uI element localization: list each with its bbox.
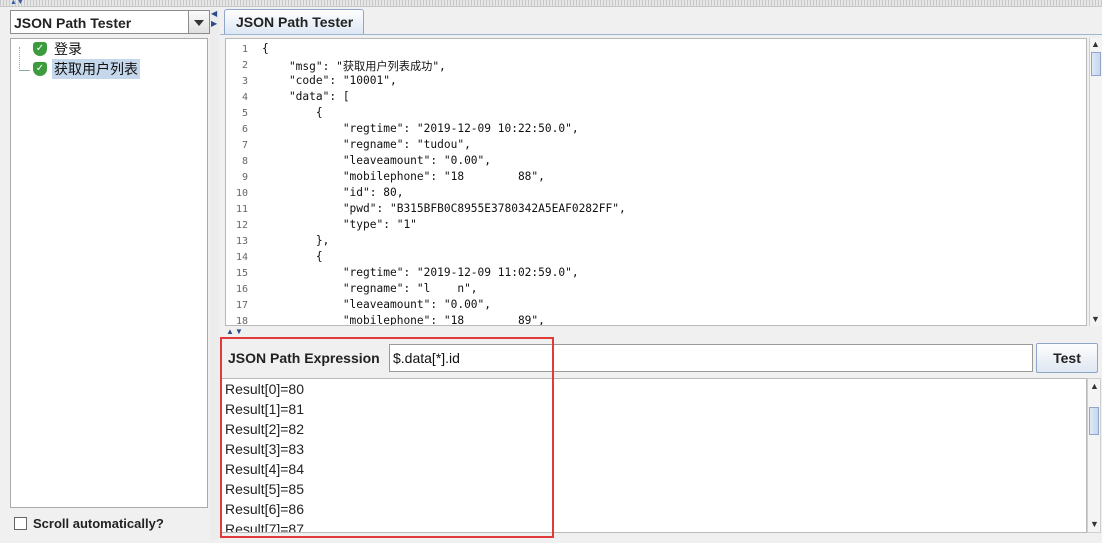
result-line: Result[1]=81	[225, 401, 304, 417]
response-json-viewer[interactable]: 1 2 3 4 5 6 7 8 9 10 11 12 13 14 15 16 17 18 { "msg": "获取…	[225, 38, 1087, 326]
view-selector-dropdown[interactable]: JSON Path Tester	[10, 10, 210, 34]
scrollbar-thumb[interactable]	[1089, 407, 1099, 435]
code-line: "msg": "获取用户列表成功",	[262, 60, 446, 73]
line-number: 4	[241, 92, 248, 103]
code-line: },	[262, 234, 330, 247]
code-line: "regtime": "2019-12-09 10:22:50.0",	[262, 122, 579, 135]
line-number: 5	[241, 108, 248, 119]
code-line: "mobilephone": "18 89",	[262, 314, 545, 326]
line-number: 2	[241, 60, 248, 71]
result-line: Result[2]=82	[225, 421, 304, 437]
line-number: 10	[235, 188, 248, 199]
code-line: "id": 80,	[262, 186, 404, 199]
tab-json-path-tester[interactable]: JSON Path Tester	[224, 9, 364, 34]
code-line: "mobilephone": "18 88",	[262, 170, 545, 183]
response-scrollbar[interactable]: ▲ ▼	[1089, 38, 1102, 326]
code-line: "data": [	[262, 90, 350, 103]
line-number: 18	[235, 316, 248, 326]
tree-item-label: 登录	[54, 41, 82, 57]
line-number: 14	[235, 252, 248, 263]
line-number: 7	[241, 140, 248, 151]
code-line: "code": "10001",	[262, 74, 397, 87]
code-line: "regtime": "2019-12-09 11:02:59.0",	[262, 266, 579, 279]
code-line: "pwd": "B315BFB0C8955E3780342A5EAF0282FF…	[262, 202, 626, 215]
code-line: "regname": "tudou",	[262, 138, 471, 151]
view-selector-label: JSON Path Tester	[14, 15, 132, 31]
code-line: "regname": "l n",	[262, 282, 478, 295]
line-number: 16	[235, 284, 248, 295]
result-line: Result[3]=83	[225, 441, 304, 457]
results-scrollbar[interactable]: ▲ ▼	[1087, 378, 1101, 533]
tab-bar: JSON Path Tester	[220, 8, 1102, 35]
scroll-automatically-option[interactable]: Scroll automatically?	[14, 516, 164, 531]
sampler-tree: ✓ 登录 ✓ 获取用户列表	[10, 38, 208, 508]
horizontal-splitter[interactable]: ▲ ▼	[221, 327, 1102, 337]
line-number: 17	[235, 300, 248, 311]
top-strip: ▲▼	[0, 0, 1102, 7]
code-line: "leaveamount": "0.00",	[262, 154, 492, 167]
expand-down-icon[interactable]: ▼	[235, 327, 243, 336]
scroll-up-icon[interactable]: ▲	[1091, 40, 1100, 49]
test-button[interactable]: Test	[1036, 343, 1098, 373]
code-line: {	[262, 106, 323, 119]
line-number-gutter: 1 2 3 4 5 6 7 8 9 10 11 12 13 14 15 16 17 18	[226, 39, 254, 325]
tree-item-get-user-list[interactable]: ✓ 获取用户列表	[33, 59, 140, 79]
collapse-arrow-icon[interactable]: ▲▼	[10, 0, 24, 6]
expression-row: JSON Path Expression $.data[*].id Test	[221, 341, 1102, 375]
code-line: "type": "1"	[262, 218, 417, 231]
json-path-expression-input[interactable]: $.data[*].id	[389, 344, 1033, 372]
success-shield-icon: ✓	[33, 42, 47, 56]
line-number: 8	[241, 156, 248, 167]
result-line: Result[6]=86	[225, 501, 304, 517]
chevron-down-icon[interactable]	[188, 11, 209, 33]
scroll-up-icon[interactable]: ▲	[1090, 382, 1099, 391]
line-number: 9	[241, 172, 248, 183]
tree-connector	[19, 47, 30, 71]
code-line: "leaveamount": "0.00",	[262, 298, 492, 311]
tree-connector	[19, 70, 29, 71]
result-line: Result[5]=85	[225, 481, 304, 497]
code-line: {	[262, 250, 323, 263]
scroll-automatically-checkbox[interactable]	[14, 517, 27, 530]
scroll-down-icon[interactable]: ▼	[1090, 520, 1099, 529]
line-number: 11	[235, 204, 248, 215]
scroll-automatically-label: Scroll automatically?	[33, 516, 164, 531]
line-number: 12	[235, 220, 248, 231]
scroll-down-icon[interactable]: ▼	[1091, 315, 1100, 324]
expand-right-icon[interactable]: ▶	[211, 20, 217, 28]
line-number: 15	[235, 268, 248, 279]
line-number: 6	[241, 124, 248, 135]
success-shield-icon: ✓	[33, 62, 47, 76]
json-path-expression-label: JSON Path Expression	[228, 350, 380, 366]
collapse-up-icon[interactable]: ▲	[226, 327, 234, 336]
code-line: {	[262, 42, 269, 55]
line-number: 1	[241, 44, 248, 55]
collapse-left-icon[interactable]: ◀	[211, 10, 217, 18]
result-line: Result[7]=87	[225, 521, 304, 533]
results-area[interactable]: Result[0]=80 Result[1]=81 Result[2]=82 Resu…	[221, 378, 1087, 533]
left-panel: JSON Path Tester ✓ 登录 ✓ 获取用户列表 Scroll au…	[7, 8, 210, 540]
tree-item-label: 获取用户列表	[52, 59, 140, 79]
line-number: 3	[241, 76, 248, 87]
response-panel: 1 2 3 4 5 6 7 8 9 10 11 12 13 14 15 16 17 18 { "msg": "获取…	[221, 35, 1102, 330]
scrollbar-thumb[interactable]	[1091, 52, 1101, 76]
line-number: 13	[235, 236, 248, 247]
vertical-splitter[interactable]: ◀ ▶	[210, 8, 219, 540]
result-line: Result[0]=80	[225, 381, 304, 397]
tree-item-login[interactable]: ✓ 登录	[33, 40, 84, 58]
result-line: Result[4]=84	[225, 461, 304, 477]
